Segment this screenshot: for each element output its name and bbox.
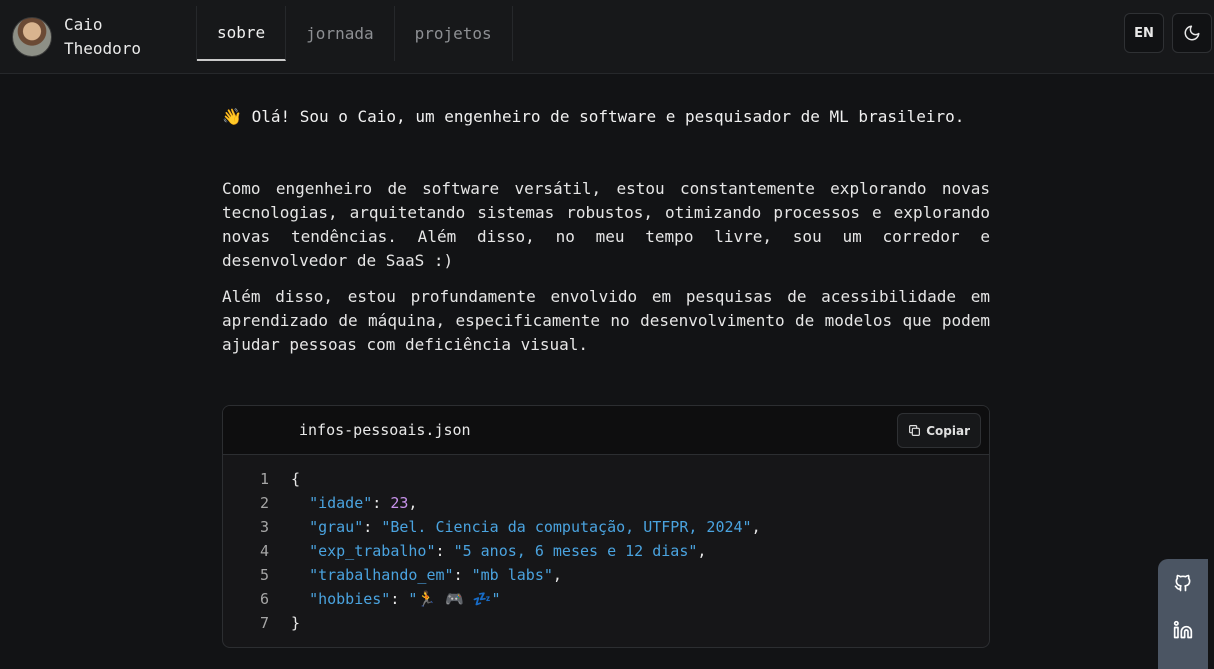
json-value: "5 anos, 6 meses e 12 dias": [453, 542, 698, 560]
linkedin-icon[interactable]: [1173, 620, 1193, 640]
bio-paragraph: Como engenheiro de software versátil, es…: [222, 179, 990, 270]
line-number: 5: [259, 566, 269, 584]
intro-message: Olá! Sou o Caio, um engenheiro de softwa…: [251, 107, 965, 126]
copy-icon: [909, 425, 921, 436]
about-section: 👋 Olá! Sou o Caio, um engenheiro de soft…: [222, 105, 990, 369]
line-number: 4: [259, 542, 269, 560]
code-header: infos-pessoais.json Copiar: [223, 406, 989, 455]
code-line: 7 }: [223, 611, 989, 635]
moon-icon: [1184, 25, 1200, 41]
code-line: 4 "exp_trabalho": "5 anos, 6 meses e 12 …: [223, 539, 989, 563]
copy-button[interactable]: Copiar: [897, 413, 981, 448]
json-key: "grau": [309, 518, 364, 536]
code-line: 5 "trabalhando_em": "mb labs",: [223, 563, 989, 587]
line-number: 3: [259, 518, 269, 536]
json-value: "🏃 🎮 💤": [408, 590, 501, 608]
profile-name: Caio Theodoro: [64, 15, 142, 58]
theme-toggle-button[interactable]: [1172, 13, 1212, 53]
json-value: "mb labs": [471, 566, 553, 584]
code-line: 6 "hobbies": "🏃 🎮 💤": [223, 587, 989, 611]
language-toggle-button[interactable]: EN: [1124, 13, 1164, 53]
top-navbar: Caio Theodoro sobre jornada projetos EN: [0, 0, 1214, 74]
line-number: 1: [259, 470, 269, 488]
code-text: {: [291, 470, 301, 488]
json-comma: ,: [751, 518, 761, 536]
code-block: infos-pessoais.json Copiar 1 { 2 "idade"…: [222, 405, 990, 648]
json-comma: ,: [552, 566, 562, 584]
json-comma: ,: [408, 494, 418, 512]
research-paragraph: Além disso, estou profundamente envolvid…: [222, 287, 990, 354]
line-number: 7: [259, 614, 269, 632]
code-line: 3 "grau": "Bel. Ciencia da computação, U…: [223, 515, 989, 539]
copy-label: Copiar: [926, 423, 970, 438]
profile[interactable]: Caio Theodoro: [12, 13, 164, 61]
json-value: 23: [390, 494, 409, 512]
intro-text: 👋 Olá! Sou o Caio, um engenheiro de soft…: [222, 105, 990, 129]
json-key: "exp_trabalho": [309, 542, 436, 560]
code-text: }: [291, 614, 301, 632]
json-comma: ,: [697, 542, 707, 560]
code-filename: infos-pessoais.json: [299, 421, 471, 439]
line-number: 6: [259, 590, 269, 608]
tab-sobre[interactable]: sobre: [197, 6, 287, 61]
json-key: "trabalhando_em": [309, 566, 454, 584]
code-line: 2 "idade": 23,: [223, 491, 989, 515]
line-number: 2: [259, 494, 269, 512]
waving-hand-icon: 👋: [222, 107, 242, 126]
tab-jornada[interactable]: jornada: [286, 6, 395, 61]
code-line: 1 {: [223, 467, 989, 491]
github-icon[interactable]: [1173, 573, 1193, 593]
json-key: "hobbies": [309, 590, 391, 608]
avatar: [12, 17, 52, 57]
json-key: "idade": [309, 494, 373, 512]
tab-projetos[interactable]: projetos: [395, 6, 513, 61]
code-body: 1 { 2 "idade": 23, 3 "grau": "Bel. Cienc…: [223, 455, 989, 635]
nav-tabs: sobre jornada projetos: [196, 6, 513, 61]
social-links-panel: [1158, 559, 1208, 669]
json-value: "Bel. Ciencia da computação, UTFPR, 2024…: [381, 518, 752, 536]
